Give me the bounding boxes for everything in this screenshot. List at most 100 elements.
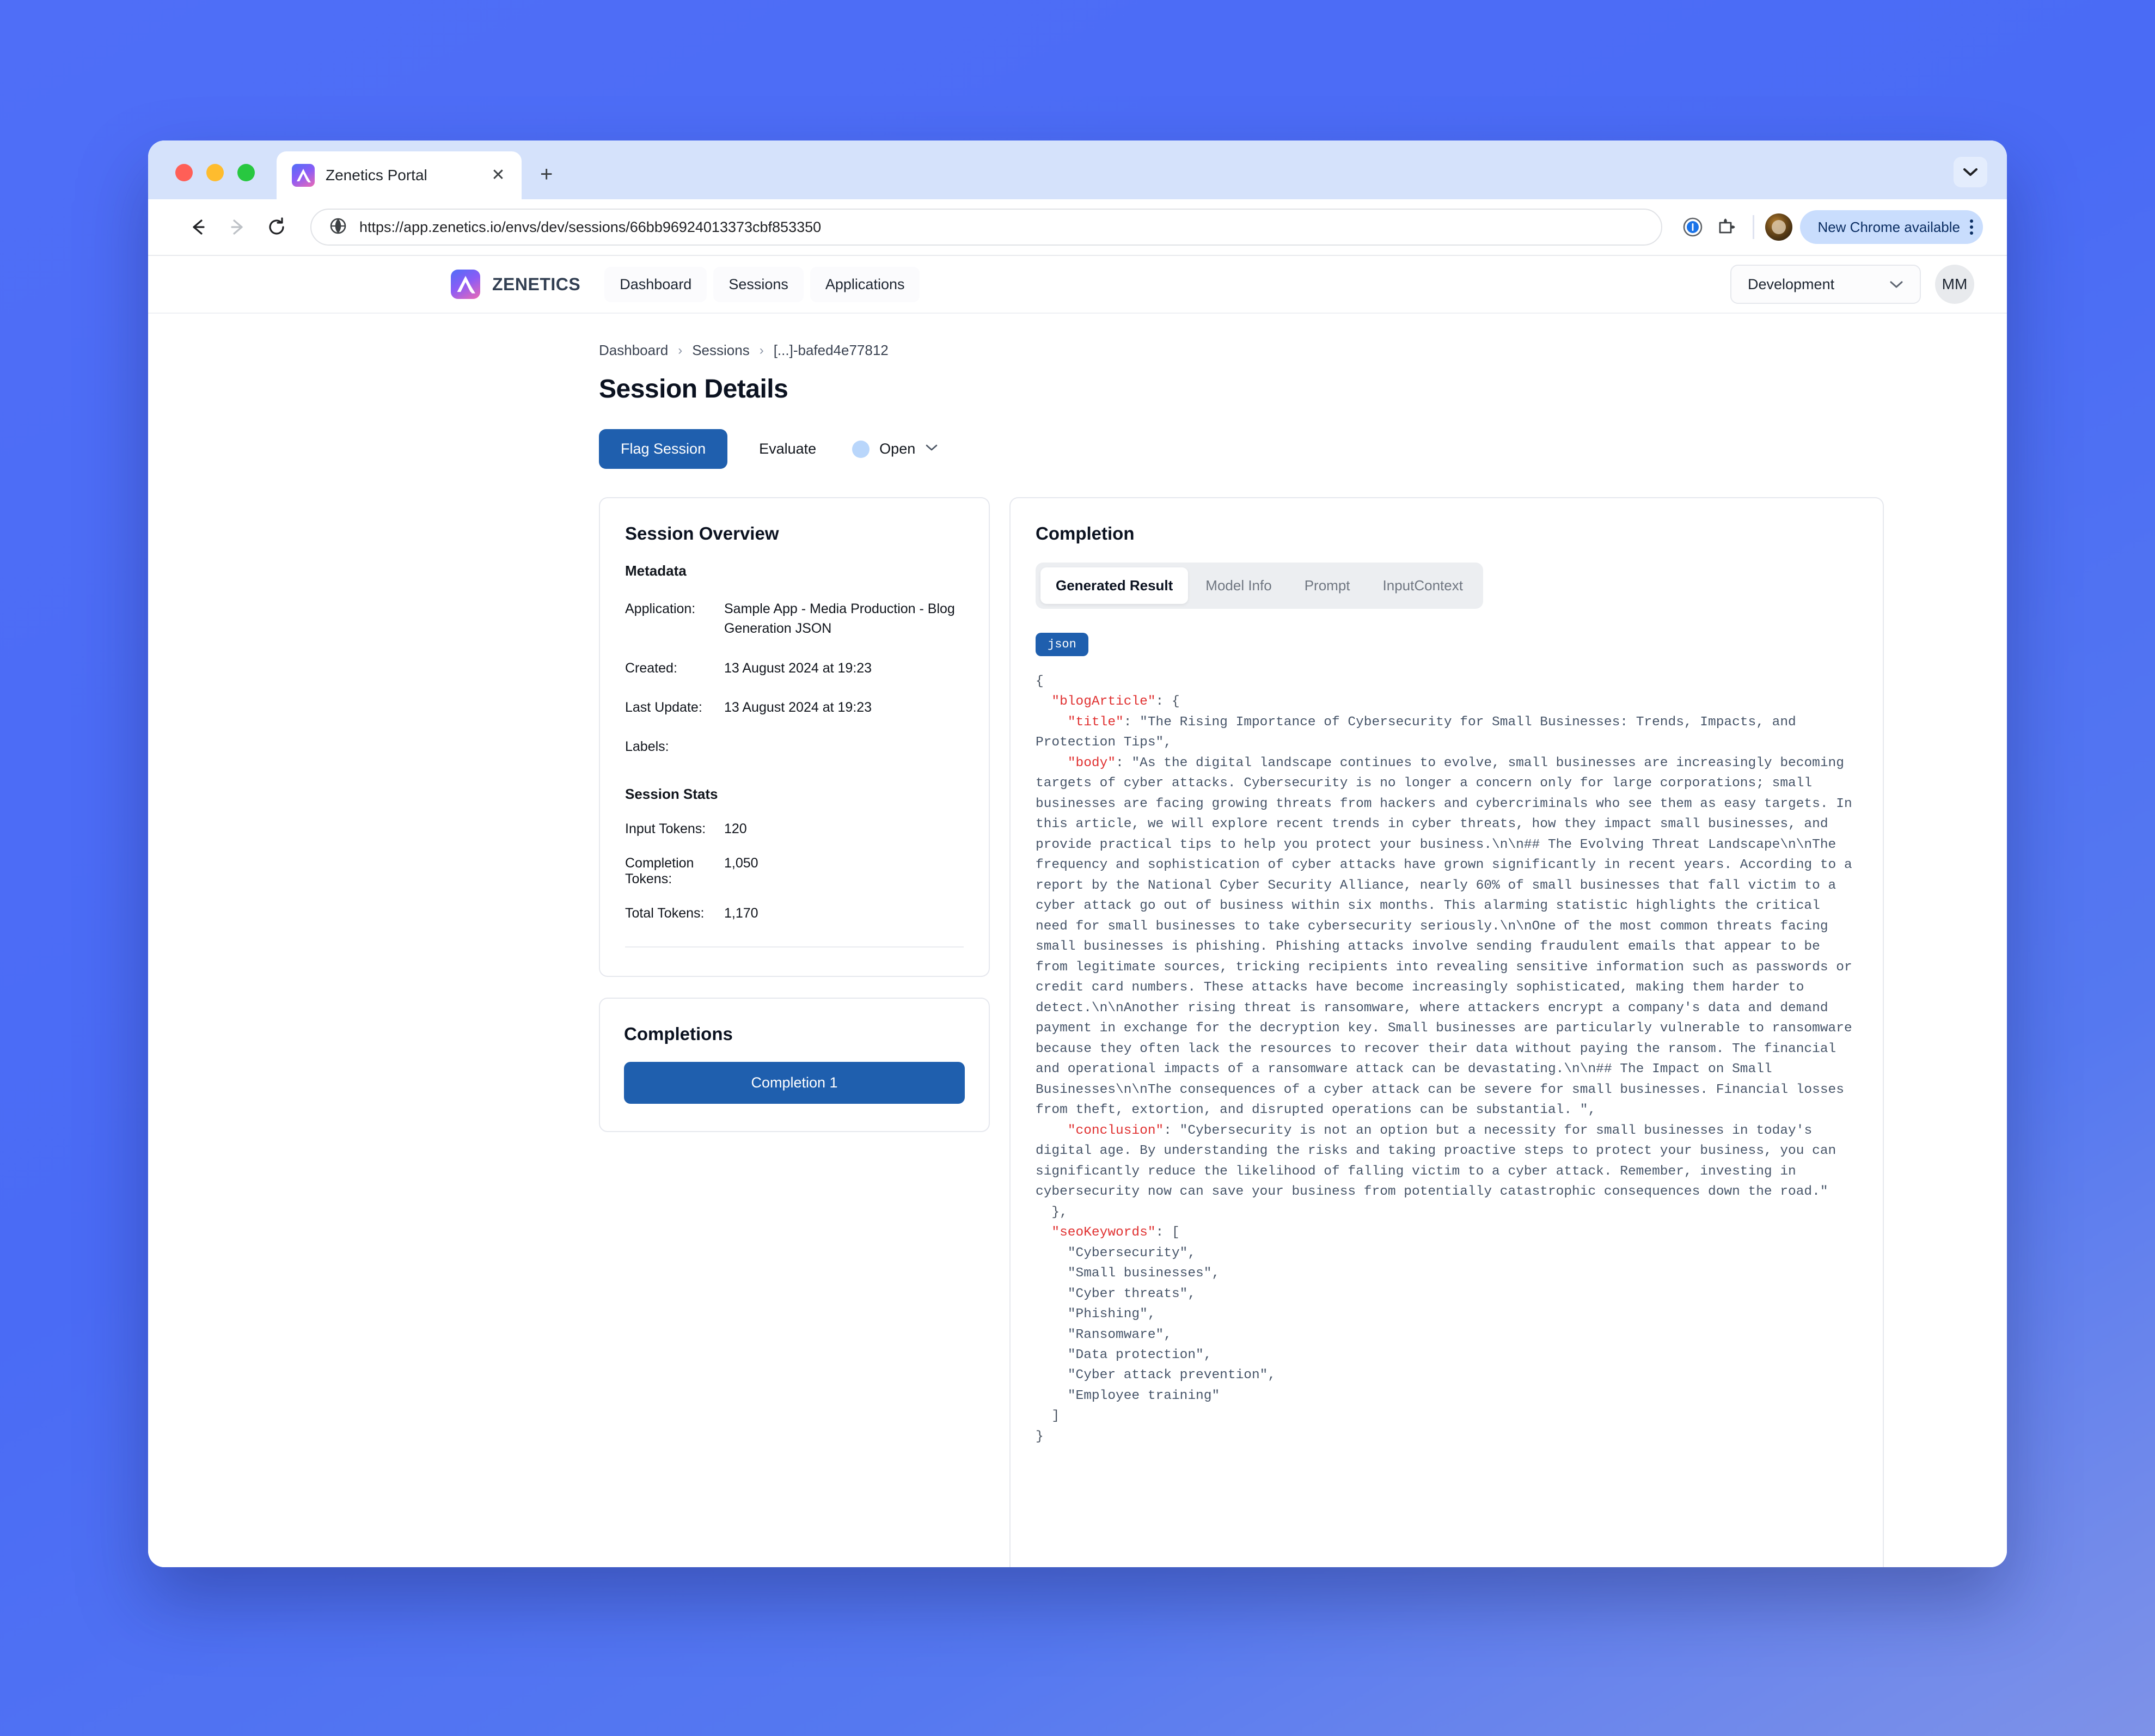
reload-icon[interactable]: [257, 216, 296, 238]
code-seo-keyword-1: "Cybersecurity",: [1067, 1245, 1196, 1261]
browser-tab[interactable]: Zenetics Portal ✕: [277, 151, 522, 199]
stat-label: Completion Tokens:: [625, 855, 694, 887]
code-key-body: "body": [1067, 755, 1116, 771]
brand-logo[interactable]: ZENETICS: [451, 270, 580, 299]
completion-tabs: Generated Result Model Info Prompt Input…: [1036, 563, 1483, 609]
browser-tab-title: Zenetics Portal: [326, 167, 427, 184]
page-title: Session Details: [599, 375, 788, 404]
environment-select[interactable]: Development: [1730, 265, 1921, 304]
tab-model-info[interactable]: Model Info: [1190, 567, 1287, 604]
brand-name: ZENETICS: [492, 274, 581, 294]
password-manager-icon[interactable]: [1676, 216, 1709, 239]
metadata-value: Sample App - Media Production - Blog Gen…: [724, 601, 955, 637]
metadata-label: Labels:: [625, 739, 669, 754]
code-punct: }: [1036, 1429, 1044, 1444]
breadcrumb: Dashboard › Sessions › [...]-bafed4e7781…: [599, 342, 1884, 359]
stat-value: 1,050: [724, 855, 758, 871]
code-seo-keyword-6: "Data protection",: [1067, 1347, 1212, 1362]
flag-session-button[interactable]: Flag Session: [599, 429, 728, 469]
left-column: Session Overview Metadata Application: S…: [599, 497, 990, 1133]
zenetics-logo-icon: [451, 270, 480, 299]
stat-row-completion-tokens: Completion Tokens: 1,050: [625, 855, 964, 887]
stat-label: Total Tokens:: [625, 906, 705, 921]
metadata-row-application: Application: Sample App - Media Producti…: [625, 599, 964, 639]
completion-card: Completion Generated Result Model Info P…: [1009, 497, 1884, 1567]
status-label: Open: [879, 441, 916, 457]
chevron-down-icon: [1889, 276, 1903, 293]
metadata-row-created: Created: 13 August 2024 at 19:23: [625, 658, 964, 678]
tab-prompt[interactable]: Prompt: [1289, 567, 1366, 604]
chevron-down-icon: [925, 444, 938, 455]
breadcrumb-item-dashboard[interactable]: Dashboard: [599, 342, 668, 359]
close-window-button[interactable]: [175, 164, 193, 181]
session-overview-card: Session Overview Metadata Application: S…: [599, 497, 990, 977]
chrome-update-button[interactable]: New Chrome available: [1800, 210, 1983, 244]
code-key-conclusion: "conclusion": [1067, 1123, 1164, 1138]
navbar-right: Development MM: [1730, 265, 1974, 304]
breadcrumb-item-sessions[interactable]: Sessions: [692, 342, 750, 359]
browser-tab-strip: Zenetics Portal ✕ +: [148, 140, 2007, 199]
tab-generated-result[interactable]: Generated Result: [1040, 567, 1189, 604]
completions-title: Completions: [624, 1024, 733, 1044]
mountain-logo-icon: [292, 164, 315, 187]
metadata-heading: Metadata: [625, 563, 687, 579]
back-icon[interactable]: [179, 216, 218, 238]
metadata-row-labels: Labels:: [625, 737, 964, 756]
browser-toolbar: https://app.zenetics.io/envs/dev/session…: [148, 199, 2007, 256]
metadata-value: 13 August 2024 at 19:23: [724, 699, 872, 715]
tab-input-context[interactable]: InputContext: [1368, 567, 1478, 604]
stat-label: Input Tokens:: [625, 821, 706, 837]
status-badge[interactable]: Open: [848, 435, 942, 463]
nav-item-applications[interactable]: Applications: [810, 266, 920, 302]
code-seo-keyword-5: "Ransomware",: [1067, 1327, 1172, 1342]
window-traffic-lights: [175, 164, 255, 199]
minimize-window-button[interactable]: [206, 164, 224, 181]
code-seo-keyword-7: "Cyber attack prevention",: [1067, 1368, 1276, 1383]
completion-item-1-button[interactable]: Completion 1: [624, 1062, 965, 1104]
code-punct: : [: [1155, 1225, 1180, 1240]
session-overview-title: Session Overview: [625, 523, 779, 543]
code-value-body: "As the digital landscape continues to e…: [1036, 755, 1860, 1118]
generated-result-code: { "blogArticle": { "title": "The Rising …: [1036, 671, 1858, 1447]
metadata-row-last-update: Last Update: 13 August 2024 at 19:23: [625, 698, 964, 717]
metadata-label: Last Update:: [625, 699, 702, 715]
forward-icon[interactable]: [218, 216, 257, 238]
code-seo-keyword-8: "Employee training": [1067, 1388, 1220, 1403]
right-column: Completion Generated Result Model Info P…: [1009, 497, 1884, 1567]
user-avatar[interactable]: MM: [1935, 265, 1974, 304]
metadata-value: 13 August 2024 at 19:23: [724, 660, 872, 676]
evaluate-button[interactable]: Evaluate: [746, 429, 829, 469]
stat-value: 120: [724, 821, 747, 837]
code-seo-keyword-3: "Cyber threats",: [1067, 1286, 1196, 1301]
code-punct: },: [1051, 1205, 1068, 1220]
completion-title: Completion: [1036, 523, 1135, 543]
app-navbar: ZENETICS Dashboard Sessions Applications…: [148, 256, 2007, 314]
code-key-seokeywords: "seoKeywords": [1051, 1225, 1156, 1240]
status-dot-icon: [852, 440, 870, 458]
main-content: Dashboard › Sessions › [...]-bafed4e7781…: [148, 314, 2007, 1567]
code-punct: :: [1116, 755, 1132, 771]
web-page: ZENETICS Dashboard Sessions Applications…: [148, 256, 2007, 1567]
extensions-icon[interactable]: [1709, 216, 1742, 238]
code-seo-keyword-2: "Small businesses",: [1067, 1266, 1220, 1281]
globe-icon: [329, 217, 347, 238]
new-tab-button[interactable]: +: [540, 163, 553, 185]
completions-card: Completions Completion 1: [599, 998, 990, 1133]
metadata-label: Created:: [625, 660, 677, 676]
code-seo-keyword-4: "Phishing",: [1067, 1307, 1156, 1322]
code-key-title: "title": [1067, 714, 1124, 730]
nav-item-sessions[interactable]: Sessions: [713, 266, 804, 302]
maximize-window-button[interactable]: [237, 164, 255, 181]
section-divider: [625, 946, 964, 948]
environment-value: Development: [1748, 276, 1835, 292]
breadcrumb-item-session-id[interactable]: [...]-bafed4e77812: [774, 342, 889, 359]
chevron-down-icon[interactable]: [1954, 157, 1987, 187]
code-key-blogarticle: "blogArticle": [1051, 694, 1156, 710]
nav-item-dashboard[interactable]: Dashboard: [604, 266, 707, 302]
address-bar[interactable]: https://app.zenetics.io/envs/dev/session…: [310, 209, 1663, 246]
avatar[interactable]: [1765, 213, 1793, 241]
breadcrumb-separator: ›: [759, 343, 764, 358]
toolbar-divider: [1753, 215, 1755, 239]
browser-menu-icon[interactable]: [1970, 219, 1973, 235]
close-icon[interactable]: ✕: [489, 167, 507, 184]
